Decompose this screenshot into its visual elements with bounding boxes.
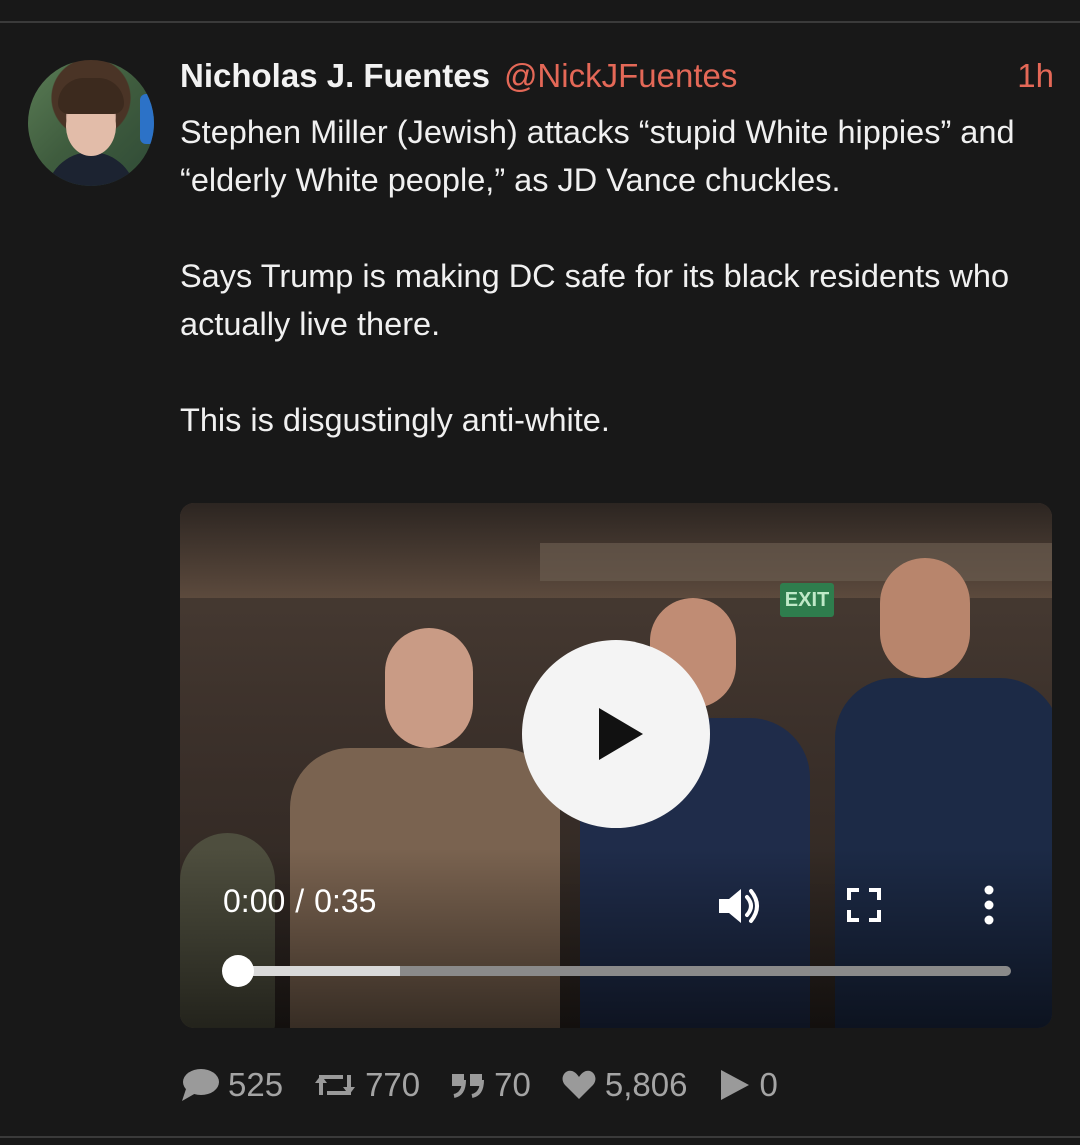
post-body: Stephen Miller (Jewish) attacks “stupid … xyxy=(180,108,1060,444)
volume-icon xyxy=(719,889,759,923)
fullscreen-button[interactable] xyxy=(845,886,883,924)
more-vertical-icon xyxy=(984,885,994,925)
reply-button[interactable]: 525 xyxy=(180,1066,283,1104)
exit-sign: EXIT xyxy=(780,583,834,617)
play-triangle-icon xyxy=(721,1070,750,1100)
video-time: 0:00 / 0:35 xyxy=(223,883,376,920)
bottom-divider xyxy=(0,1136,1080,1138)
progress-buffered xyxy=(237,966,400,976)
like-count: 5,806 xyxy=(604,1066,688,1103)
post-paragraph: Stephen Miller (Jewish) attacks “stupid … xyxy=(180,114,1015,198)
quote-count: 70 xyxy=(494,1066,531,1103)
progress-bar[interactable] xyxy=(237,966,1011,976)
time-separator: / xyxy=(295,883,305,919)
avatar[interactable] xyxy=(28,60,154,186)
play-icon xyxy=(599,708,643,760)
top-divider xyxy=(0,21,1080,23)
repost-icon xyxy=(315,1075,356,1095)
speech-bubble-icon xyxy=(182,1069,219,1101)
author-handle[interactable]: @NickJFuentes xyxy=(504,57,737,95)
views-count: 0 xyxy=(759,1066,778,1103)
post-paragraph: Says Trump is making DC safe for its bla… xyxy=(180,258,1010,342)
post-actions: 525 770 70 5,806 0 xyxy=(180,1062,808,1108)
views-button[interactable]: 0 xyxy=(717,1066,778,1104)
more-options-button[interactable] xyxy=(977,883,1001,927)
heart-icon xyxy=(562,1070,596,1099)
volume-button[interactable] xyxy=(715,883,763,929)
quote-icon xyxy=(452,1074,485,1098)
post-page: Nicholas J. Fuentes @NickJFuentes 1h Ste… xyxy=(0,0,1080,1145)
like-button[interactable]: 5,806 xyxy=(561,1066,688,1104)
post-paragraph: This is disgustingly anti-white. xyxy=(180,402,610,438)
current-time: 0:00 xyxy=(223,883,286,919)
quote-button[interactable]: 70 xyxy=(450,1066,531,1104)
duration: 0:35 xyxy=(314,883,377,919)
reply-count: 525 xyxy=(228,1066,284,1103)
post-timestamp[interactable]: 1h xyxy=(1017,57,1054,95)
repost-button[interactable]: 770 xyxy=(313,1066,420,1104)
repost-count: 770 xyxy=(365,1066,421,1103)
author-name[interactable]: Nicholas J. Fuentes xyxy=(180,57,490,95)
video-player[interactable]: EXIT 0:00 / 0:35 xyxy=(180,503,1052,1028)
fullscreen-icon xyxy=(847,888,881,922)
post-header: Nicholas J. Fuentes @NickJFuentes 1h xyxy=(180,54,1054,98)
play-button[interactable] xyxy=(522,640,710,828)
progress-thumb[interactable] xyxy=(222,955,254,987)
